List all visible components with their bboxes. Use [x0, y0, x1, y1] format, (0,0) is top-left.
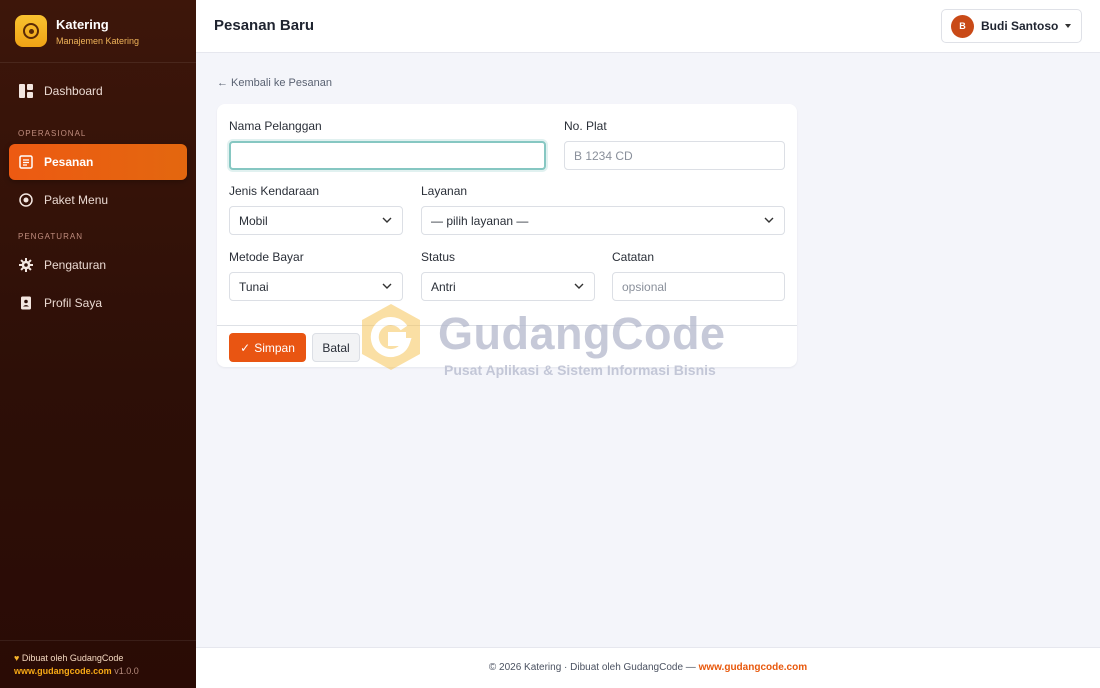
- nav-section-operasional: OPERASIONAL: [18, 129, 87, 138]
- sidebar-item-paket-menu[interactable]: Paket Menu: [9, 182, 187, 218]
- footer-link[interactable]: www.gudangcode.com: [699, 662, 808, 673]
- layanan-label: Layanan: [421, 184, 468, 198]
- user-menu-button[interactable]: B Budi Santoso: [941, 9, 1082, 43]
- save-button[interactable]: ✓ Simpan: [229, 333, 306, 362]
- target-icon: [19, 193, 33, 207]
- sidebar-item-label: Pengaturan: [44, 258, 107, 272]
- sidebar-item-pesanan[interactable]: Pesanan: [9, 144, 187, 180]
- status-select[interactable]: Antri: [421, 272, 595, 301]
- nav-section-pengaturan: PENGATURAN: [18, 232, 83, 241]
- brand-logo-icon: [15, 15, 47, 47]
- sidebar-item-label: Dashboard: [44, 84, 103, 98]
- metode-bayar-value: Tunai: [239, 280, 269, 294]
- brand: Katering Manajemen Katering: [0, 0, 196, 63]
- gear-icon: [19, 258, 33, 272]
- metode-bayar-select[interactable]: Tunai: [229, 272, 403, 301]
- caret-down-icon: [1065, 24, 1071, 28]
- catatan-input[interactable]: opsional: [612, 272, 785, 301]
- sidebar-item-profil-saya[interactable]: Profil Saya: [9, 285, 187, 321]
- catatan-label: Catatan: [612, 250, 655, 264]
- metode-bayar-label: Metode Bayar: [229, 250, 304, 264]
- receipt-icon: [19, 155, 33, 169]
- check-icon: ✓: [240, 340, 251, 355]
- page-footer: © 2026 Katering · Dibuat oleh GudangCode…: [196, 647, 1100, 688]
- sidebar-item-label: Paket Menu: [44, 193, 109, 207]
- sidebar-footer: ♥ Dibuat oleh GudangCode www.gudangcode.…: [0, 640, 196, 688]
- no-plat-label: No. Plat: [564, 119, 607, 133]
- sidebar-item-pengaturan[interactable]: Pengaturan: [9, 247, 187, 283]
- cancel-button[interactable]: Batal: [312, 333, 360, 362]
- sidebar: Katering Manajemen Katering Dashboard OP…: [0, 0, 196, 688]
- footer-text: © 2026 Katering · Dibuat oleh GudangCode…: [488, 662, 699, 673]
- dashboard-icon: [19, 84, 33, 98]
- nama-pelanggan-label: Nama Pelanggan: [229, 119, 322, 133]
- layanan-select[interactable]: — pilih layanan —: [421, 206, 785, 235]
- sidebar-footer-link[interactable]: www.gudangcode.com: [14, 666, 112, 676]
- avatar: B: [951, 14, 974, 38]
- sidebar-item-label: Profil Saya: [44, 296, 103, 310]
- watermark-title: GudangCode: [438, 308, 726, 359]
- brand-subtitle: Manajemen Katering: [56, 35, 140, 46]
- status-label: Status: [421, 250, 456, 264]
- chevron-down-icon: [574, 283, 584, 289]
- sidebar-item-dashboard[interactable]: Dashboard: [9, 73, 187, 109]
- jenis-kendaraan-label: Jenis Kendaraan: [229, 184, 320, 198]
- topbar: Pesanan Baru B Budi Santoso: [196, 0, 1100, 53]
- jenis-kendaraan-select[interactable]: Mobil: [229, 206, 403, 235]
- back-link[interactable]: ← Kembali ke Pesanan: [217, 77, 332, 89]
- no-plat-input[interactable]: B 1234 CD: [564, 141, 785, 170]
- heart-icon: ♥: [14, 653, 20, 663]
- jenis-kendaraan-value: Mobil: [239, 214, 268, 228]
- sidebar-item-label: Pesanan: [44, 155, 94, 169]
- watermark-subtitle: Pusat Aplikasi & Sistem Informasi Bisnis: [444, 362, 716, 378]
- save-button-label: Simpan: [254, 340, 295, 355]
- id-badge-icon: [19, 296, 33, 310]
- app-version: v1.0.0: [114, 666, 139, 676]
- chevron-down-icon: [764, 217, 774, 223]
- sidebar-nav: Dashboard OPERASIONAL Pesanan Paket Menu…: [0, 63, 196, 321]
- layanan-value: — pilih layanan —: [431, 214, 529, 228]
- sidebar-footer-credit: Dibuat oleh GudangCode: [21, 653, 124, 663]
- watermark-logo-icon: [362, 304, 420, 370]
- chevron-down-icon: [382, 283, 392, 289]
- status-value: Antri: [431, 280, 456, 294]
- brand-title: Katering: [56, 16, 109, 32]
- nama-pelanggan-input[interactable]: [229, 141, 546, 170]
- user-name: Budi Santoso: [981, 19, 1059, 33]
- page-title: Pesanan Baru: [214, 17, 315, 34]
- chevron-down-icon: [382, 217, 392, 223]
